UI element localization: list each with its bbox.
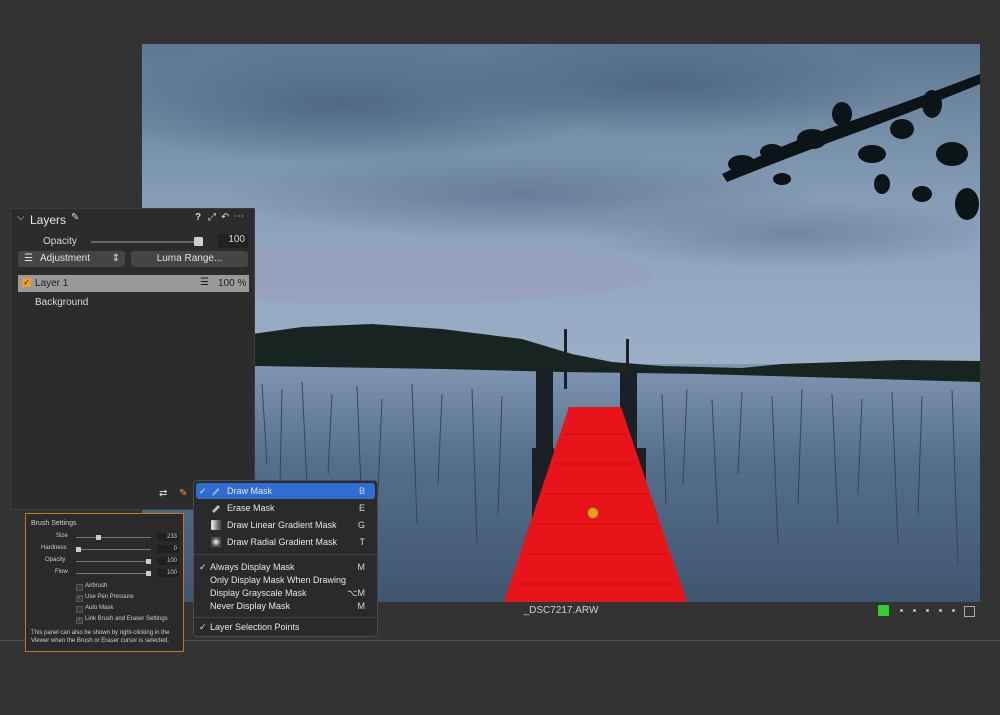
updown-chevron-icon: ⇕ xyxy=(111,253,120,264)
undo-icon[interactable]: ↶ xyxy=(221,212,229,223)
layer-opacity: 100 % xyxy=(218,278,247,289)
panel-title: Layers xyxy=(30,213,67,227)
opacity-slider[interactable] xyxy=(76,561,151,562)
shortcut-key: G xyxy=(357,520,365,530)
menu-item-never-display-mask[interactable]: Never Display Mask M xyxy=(196,598,375,614)
flow-label: Flow xyxy=(55,569,68,575)
auto-mask-label: Auto Mask xyxy=(85,605,114,611)
pen-pressure-checkbox[interactable]: ✓ xyxy=(76,595,83,602)
brush-settings-panel: Brush Settings Size 233 Hardness 0 Opaci… xyxy=(25,513,184,652)
shortcut-key: E xyxy=(358,503,365,513)
hardness-value[interactable]: 0 xyxy=(157,545,179,553)
size-slider-handle[interactable] xyxy=(96,535,101,540)
layer-row[interactable]: Background xyxy=(35,297,88,308)
check-mark: ✓ xyxy=(199,486,207,496)
collapse-chevron-icon[interactable]: ⌵ xyxy=(17,212,25,223)
menu-item-label: Draw Mask xyxy=(227,486,273,496)
brush-icon[interactable]: ✎ xyxy=(71,212,79,223)
menu-item-label: Draw Linear Gradient Mask xyxy=(227,520,337,530)
link-brush-checkbox[interactable]: ✓ xyxy=(76,617,83,624)
shortcut-key: M xyxy=(357,601,366,611)
opacity-label: Opacity xyxy=(45,557,66,563)
sliders-icon: ☰ xyxy=(24,253,33,264)
opacity-slider[interactable] xyxy=(91,241,203,243)
check-mark: ✓ xyxy=(199,622,207,632)
link-brush-label: Link Brush and Eraser Settings xyxy=(85,616,168,622)
menu-item-label: Never Display Mask xyxy=(210,601,291,611)
layer-row[interactable]: ✓ Layer 1 ☰ 100 % xyxy=(18,275,249,292)
layer-visibility-checkbox[interactable]: ✓ xyxy=(22,278,31,287)
menu-item-linear-gradient[interactable]: Draw Linear Gradient Mask G xyxy=(196,517,375,533)
eraser-icon xyxy=(212,505,220,513)
menu-separator xyxy=(194,617,377,618)
thumbnail-dot[interactable] xyxy=(952,609,955,612)
thumbnail-dot[interactable] xyxy=(939,609,942,612)
menu-item-erase-mask[interactable]: Erase Mask E xyxy=(196,500,375,516)
flow-slider[interactable] xyxy=(76,573,151,574)
menu-item-layer-selection-points[interactable]: ✓ Layer Selection Points xyxy=(196,619,375,635)
brush-settings-title: Brush Settings xyxy=(31,520,77,527)
airbrush-label: Airbrush xyxy=(85,583,108,589)
opacity-slider-handle[interactable] xyxy=(194,237,203,246)
menu-item-label: Layer Selection Points xyxy=(210,622,300,632)
layer-name: Layer 1 xyxy=(35,278,69,289)
thumbnail-dot[interactable] xyxy=(913,609,916,612)
opacity-label: Opacity xyxy=(43,236,77,247)
luma-range-button[interactable]: Luma Range... xyxy=(131,251,248,267)
thumbnail-dot[interactable] xyxy=(900,609,903,612)
opacity-value-field[interactable]: 100 xyxy=(218,234,248,248)
view-mode-icon[interactable] xyxy=(964,606,975,617)
mask-context-menu: ✓ Draw Mask B Erase Mask E Draw Linear G… xyxy=(193,480,378,637)
shortcut-key: T xyxy=(359,537,366,547)
menu-item-label: Erase Mask xyxy=(227,503,275,513)
more-icon[interactable]: ⋯ xyxy=(234,211,244,222)
hardness-slider-handle[interactable] xyxy=(76,547,81,552)
hardness-label: Hardness xyxy=(41,545,67,551)
help-icon[interactable]: ? xyxy=(195,212,201,223)
brush-tool-icon[interactable]: ✎ xyxy=(179,488,187,499)
linear-gradient-icon xyxy=(211,520,221,530)
size-slider[interactable] xyxy=(76,537,151,538)
auto-mask-checkbox[interactable] xyxy=(76,606,83,613)
hardness-slider[interactable] xyxy=(76,549,151,550)
flow-slider-handle[interactable] xyxy=(146,571,151,576)
shortcut-key: B xyxy=(358,486,365,496)
thumbnail-dot[interactable] xyxy=(926,609,929,612)
radial-gradient-icon xyxy=(211,537,221,547)
size-label: Size xyxy=(56,533,68,539)
layers-panel: ⌵ Layers ✎ ? ⤢ ↶ ⋯ Opacity 100 ☰ Adjustm… xyxy=(10,208,255,510)
active-thumbnail-indicator[interactable] xyxy=(878,605,889,616)
adjustment-dropdown[interactable]: ☰ Adjustment ⇕ xyxy=(18,251,125,267)
size-value[interactable]: 233 xyxy=(157,533,179,541)
opacity-slider-handle[interactable] xyxy=(146,559,151,564)
layer-settings-icon[interactable]: ☰ xyxy=(200,277,209,288)
brush-cursor xyxy=(587,507,599,519)
adjustment-label: Adjustment xyxy=(40,253,91,264)
menu-item-label: Draw Radial Gradient Mask xyxy=(227,537,338,547)
menu-separator xyxy=(194,554,377,555)
flow-value[interactable]: 100 xyxy=(157,569,179,577)
brush-icon xyxy=(212,488,220,496)
menu-item-draw-mask[interactable]: ✓ Draw Mask B xyxy=(196,483,375,499)
pen-pressure-label: Use Pen Pressure xyxy=(85,594,134,600)
airbrush-checkbox[interactable] xyxy=(76,584,83,591)
menu-item-radial-gradient[interactable]: Draw Radial Gradient Mask T xyxy=(196,534,375,550)
expand-icon[interactable]: ⤢ xyxy=(208,212,216,223)
adjust-icon[interactable]: ⇄ xyxy=(159,488,167,499)
opacity-value[interactable]: 100 xyxy=(157,557,179,565)
brush-settings-note: This panel can also be shown by right-cl… xyxy=(31,630,170,644)
